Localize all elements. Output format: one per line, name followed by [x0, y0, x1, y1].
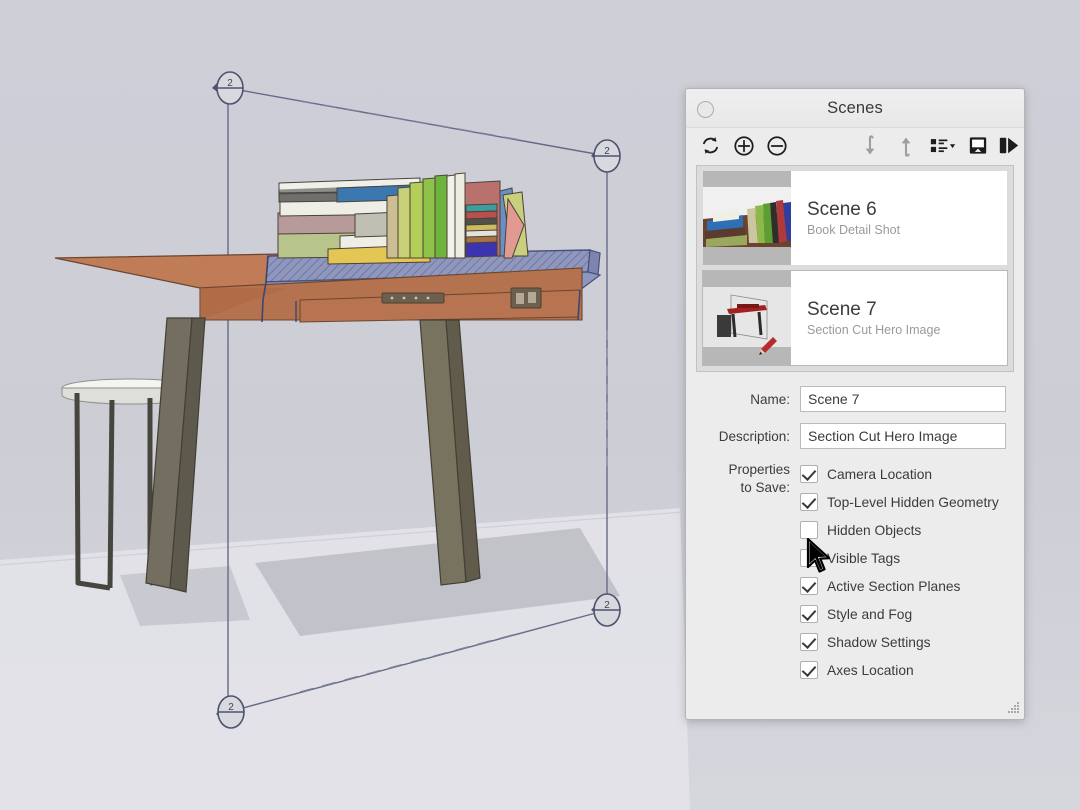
checkbox-shadow-settings[interactable]: [800, 633, 818, 651]
book: [423, 178, 435, 258]
checkbox-style-and-fog[interactable]: [800, 605, 818, 623]
export-scene-button[interactable]: [992, 128, 1026, 163]
plus-circle-icon: [733, 135, 755, 157]
book: [410, 182, 423, 258]
book-stack: [278, 173, 528, 264]
svg-text:2: 2: [228, 702, 234, 713]
checkbox-top-level-hidden-geometry[interactable]: [800, 493, 818, 511]
properties-to-save-section: Properties to Save: Camera Location Top-…: [698, 460, 1006, 684]
panel-details-icon: [968, 135, 988, 156]
dialog-titlebar[interactable]: Scenes: [686, 89, 1024, 128]
property-shadow-settings[interactable]: Shadow Settings: [800, 628, 1006, 656]
properties-to-save-label: Properties to Save:: [698, 460, 800, 497]
property-top-level-hidden-geometry[interactable]: Top-Level Hidden Geometry: [800, 488, 1006, 516]
properties-checkbox-list: Camera Location Top-Level Hidden Geometr…: [800, 460, 1006, 684]
property-label: Hidden Objects: [827, 523, 921, 538]
name-row: Name: Scene 7: [698, 386, 1006, 412]
property-label: Visible Tags: [827, 551, 900, 566]
list-view-dropdown-icon: [930, 136, 956, 156]
property-active-section-planes[interactable]: Active Section Planes: [800, 572, 1006, 600]
property-label: Style and Fog: [827, 607, 912, 622]
scene-name: Scene 7: [807, 299, 1007, 321]
scenes-toolbar: [686, 128, 1024, 163]
desk-outlet: [511, 288, 541, 308]
svg-text:2: 2: [604, 600, 610, 611]
section-cut-desk-thumbnail: [703, 271, 791, 365]
checkbox-hidden-objects[interactable]: [800, 521, 818, 539]
circle-collapse-icon[interactable]: [697, 101, 714, 118]
svg-text:2: 2: [227, 78, 233, 89]
scene-properties-form: Name: Scene 7 Description: Section Cut H…: [686, 372, 1024, 684]
book: [398, 187, 410, 258]
add-scene-button[interactable]: [726, 128, 762, 163]
name-label: Name:: [698, 392, 800, 407]
screenshot-root: 2 2 2 2: [0, 0, 1080, 810]
scene-list-item[interactable]: Scene 6 Book Detail Shot: [702, 170, 1008, 266]
book: [435, 175, 447, 258]
properties-label-line1: Properties: [698, 461, 790, 479]
scene-description: Book Detail Shot: [807, 223, 1007, 237]
book: [387, 195, 398, 258]
update-scene-button[interactable]: [692, 128, 728, 163]
book: [447, 175, 455, 258]
svg-text:2: 2: [604, 146, 610, 157]
property-label: Shadow Settings: [827, 635, 931, 650]
resize-grip-icon[interactable]: [1006, 701, 1020, 715]
checkbox-camera-location[interactable]: [800, 465, 818, 483]
scene-name: Scene 6: [807, 199, 1007, 221]
dialog-title: Scenes: [827, 99, 883, 118]
arrow-down-hook-icon: [860, 134, 878, 158]
move-scene-down-button[interactable]: [854, 128, 884, 163]
property-axes-location[interactable]: Axes Location: [800, 656, 1006, 684]
property-label: Camera Location: [827, 467, 932, 482]
scene-description: Section Cut Hero Image: [807, 323, 1007, 337]
description-label: Description:: [698, 429, 800, 444]
view-options-button[interactable]: [924, 128, 962, 163]
description-row: Description: Section Cut Hero Image: [698, 423, 1006, 449]
property-label: Axes Location: [827, 663, 914, 678]
properties-label-line2: to Save:: [698, 479, 790, 497]
move-scene-up-button[interactable]: [890, 128, 920, 163]
property-label: Active Section Planes: [827, 579, 960, 594]
refresh-circular-arrows-icon: [700, 135, 721, 156]
book-stack-thumbnail: [703, 171, 791, 265]
scene-description-input[interactable]: Section Cut Hero Image: [800, 423, 1006, 449]
checkbox-axes-location[interactable]: [800, 661, 818, 679]
export-arrow-icon: [998, 135, 1020, 156]
show-details-button[interactable]: [961, 128, 995, 163]
scene-list-item[interactable]: Scene 7 Section Cut Hero Image: [702, 270, 1008, 366]
checkbox-active-section-planes[interactable]: [800, 577, 818, 595]
property-label: Top-Level Hidden Geometry: [827, 495, 999, 510]
checkbox-visible-tags[interactable]: [800, 549, 818, 567]
property-camera-location[interactable]: Camera Location: [800, 460, 1006, 488]
scene-list[interactable]: Scene 6 Book Detail Shot: [696, 165, 1014, 372]
minus-circle-icon: [766, 135, 788, 157]
property-style-and-fog[interactable]: Style and Fog: [800, 600, 1006, 628]
scenes-dialog[interactable]: Scenes: [685, 88, 1025, 720]
property-hidden-objects[interactable]: Hidden Objects: [800, 516, 1006, 544]
remove-scene-button[interactable]: [759, 128, 795, 163]
scene-name-input[interactable]: Scene 7: [800, 386, 1006, 412]
book: [466, 242, 497, 257]
chevron-down-icon: [950, 144, 955, 148]
arrow-up-hook-icon: [896, 134, 914, 158]
book: [455, 173, 465, 258]
property-visible-tags[interactable]: Visible Tags: [800, 544, 1006, 572]
